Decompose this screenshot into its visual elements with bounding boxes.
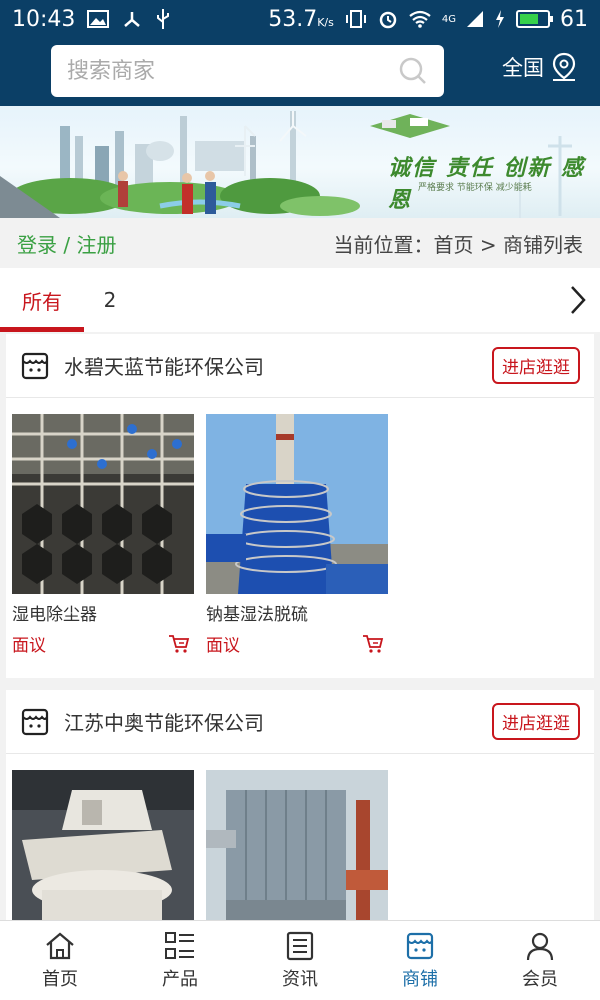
- nav-member-label: 会员: [522, 968, 558, 990]
- nav-home[interactable]: 首页: [0, 921, 120, 1000]
- shop-card: 水碧天蓝节能环保公司 进店逛逛 湿电除尘器 面议 钠基湿法脱硫 面议: [6, 334, 594, 678]
- product-list: 湿电除尘器 面议 钠基湿法脱硫 面议: [6, 398, 594, 656]
- product-image[interactable]: [206, 770, 388, 920]
- nav-products[interactable]: 产品: [120, 921, 240, 1000]
- product-price: 面议: [12, 636, 46, 656]
- product-price: 面议: [206, 636, 240, 656]
- nav-shops[interactable]: 商铺: [360, 921, 480, 1000]
- product-image[interactable]: [206, 414, 388, 594]
- product-list: [6, 754, 594, 920]
- product-card[interactable]: 湿电除尘器 面议: [12, 414, 194, 656]
- status-time: 10:43: [12, 6, 76, 32]
- status-bar: 10:43 53.7K/s 4G 61: [0, 0, 600, 38]
- login-register-link[interactable]: 登录 / 注册: [17, 229, 116, 258]
- chevron-right-icon[interactable]: [568, 284, 588, 316]
- esp-electrodes-photo: [12, 414, 194, 594]
- shop-header: 水碧天蓝节能环保公司 进店逛逛: [6, 334, 594, 398]
- store-icon: [21, 352, 49, 379]
- battery-icon: [516, 10, 553, 28]
- shop-name[interactable]: 江苏中奥节能环保公司: [64, 707, 264, 736]
- visit-shop-button[interactable]: 进店逛逛: [492, 347, 580, 384]
- product-card[interactable]: 钠基湿法脱硫 面议: [206, 414, 388, 656]
- tab-all[interactable]: 所有: [0, 268, 84, 332]
- shop-card: 江苏中奥节能环保公司 进店逛逛: [6, 690, 594, 920]
- vibrate-icon: [345, 10, 366, 28]
- visit-shop-button[interactable]: 进店逛逛: [492, 703, 580, 740]
- location-bar: 登录 / 注册 当前位置：首页 > 商铺列表: [0, 218, 600, 268]
- region-label: 全国: [502, 56, 544, 80]
- search-input[interactable]: [67, 58, 398, 84]
- shop-header: 江苏中奥节能环保公司 进店逛逛: [6, 690, 594, 754]
- network-speed-unit: K/s: [317, 15, 334, 29]
- network-speed: 53.7K/s: [268, 6, 334, 32]
- nav-member[interactable]: 会员: [480, 921, 600, 1000]
- breadcrumb: 当前位置：首页 > 商铺列表: [333, 232, 583, 257]
- category-tabs: 所有 2: [0, 268, 600, 332]
- search-box[interactable]: [51, 45, 444, 97]
- signal-icon: [467, 11, 483, 27]
- tab-2[interactable]: 2: [84, 268, 136, 332]
- cart-icon[interactable]: [362, 634, 384, 654]
- nav-news[interactable]: 资讯: [240, 921, 360, 1000]
- search-icon[interactable]: [398, 56, 428, 86]
- product-image[interactable]: [12, 770, 194, 920]
- wifi-icon: [409, 10, 431, 28]
- location-icon: [552, 52, 576, 81]
- shop-name[interactable]: 水碧天蓝节能环保公司: [64, 351, 264, 380]
- product-image[interactable]: [12, 414, 194, 594]
- share-icon: [124, 12, 141, 27]
- user-icon: [526, 932, 554, 960]
- nav-news-label: 资讯: [282, 968, 318, 990]
- desulfurization-tower-photo: [206, 414, 388, 594]
- nav-home-label: 首页: [42, 968, 78, 990]
- bottom-navigation: 首页 产品 资讯 商铺 会员: [0, 920, 600, 1000]
- cart-icon[interactable]: [168, 634, 190, 654]
- news-icon: [286, 931, 314, 960]
- nav-products-label: 产品: [162, 968, 198, 990]
- promo-banner[interactable]: 诚信 责任 创新 感恩 严格要求 节能环保 减少能耗: [0, 106, 600, 218]
- product-name: 湿电除尘器: [12, 605, 97, 625]
- banner-subtitle: 严格要求 节能环保 减少能耗: [418, 183, 532, 193]
- alarm-icon: [379, 11, 397, 29]
- region-selector[interactable]: 全国: [502, 52, 578, 82]
- product-card[interactable]: [12, 770, 194, 920]
- app-header: 全国: [0, 38, 600, 106]
- bag-filter-photo: [206, 770, 388, 920]
- usb-icon: [157, 9, 170, 29]
- product-card[interactable]: [206, 770, 388, 920]
- home-icon: [46, 932, 74, 959]
- charging-icon: [496, 10, 504, 28]
- list-icon: [165, 931, 194, 959]
- battery-fill: [520, 14, 539, 24]
- cyclone-separator-photo: [12, 770, 194, 920]
- product-name: 钠基湿法脱硫: [206, 605, 308, 625]
- nav-shops-label: 商铺: [402, 968, 438, 990]
- store-icon: [21, 708, 49, 735]
- network-type: 4G: [441, 13, 456, 25]
- image-icon: [87, 10, 110, 28]
- shop-icon: [406, 932, 434, 959]
- battery-percent: 61: [560, 6, 588, 32]
